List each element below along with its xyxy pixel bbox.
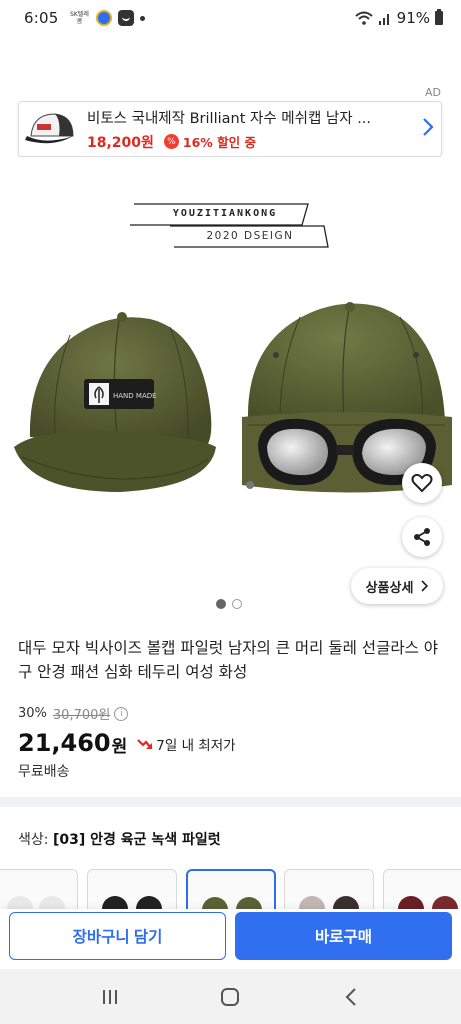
ad-title: 비토스 국내제작 Brilliant 자수 메쉬캡 남자 ...	[87, 110, 372, 127]
notification-icons: SK텔레콤	[68, 10, 146, 26]
pager-dot[interactable]	[232, 599, 242, 609]
brand-bottom-text: 2020 DSEIGN	[206, 230, 294, 242]
discount-badge-icon: %	[163, 134, 179, 149]
option-label: 색상: [03] 안경 육군 녹색 파일럿	[18, 829, 221, 849]
battery-percent: 91%	[396, 9, 430, 27]
brand-top-text: YOUZITIANKONG	[172, 208, 278, 219]
status-time: 6:05	[24, 9, 59, 27]
share-icon	[414, 528, 430, 546]
image-pager[interactable]	[216, 599, 242, 609]
color-swatch-list[interactable]	[0, 869, 461, 909]
pager-dot-active[interactable]	[216, 599, 226, 609]
back-button[interactable]	[331, 982, 371, 1012]
brand-logo: YOUZITIANKONG 2020 DSEIGN	[130, 203, 330, 248]
recent-apps-icon	[103, 989, 118, 1004]
ad-banner[interactable]: 비토스 국내제작 Brilliant 자수 메쉬캡 남자 ... 18,200원…	[18, 101, 442, 157]
buy-now-button[interactable]: 바로구매	[235, 912, 452, 960]
price-down-trend-icon	[137, 738, 153, 749]
more-notifications-dot	[140, 15, 146, 21]
ad-text: 비토스 국내제작 Brilliant 자수 메쉬캡 남자 ... 18,200원…	[79, 107, 415, 152]
price-row: 21,460 원 7일 내 최저가	[18, 728, 236, 758]
home-icon	[221, 987, 240, 1006]
share-button[interactable]	[402, 517, 442, 557]
ad-label: AD	[425, 86, 441, 99]
status-bar: 6:05 SK텔레콤 91%	[0, 0, 461, 36]
favorite-button[interactable]	[402, 463, 442, 503]
product-image[interactable]: YOUZITIANKONG 2020 DSEIGN HAND MADE 상품상세	[0, 157, 461, 619]
discount-row: 30% 30,700원 i	[18, 704, 129, 723]
battery-icon	[435, 9, 443, 25]
option-selected: [03] 안경 육군 녹색 파일럿	[52, 832, 221, 848]
carrier-icon: SK텔레콤	[70, 11, 89, 25]
recent-apps-button[interactable]	[90, 982, 130, 1012]
cap-front-illustration: HAND MADE	[14, 312, 216, 492]
shopping-app-icon	[118, 10, 135, 26]
price-unit: 원	[111, 737, 128, 757]
product-detail-label: 상품상세	[365, 579, 414, 595]
color-swatch[interactable]	[383, 869, 461, 909]
color-swatch[interactable]	[284, 869, 374, 909]
purchase-action-bar: 장바구니 담기 바로구매	[0, 909, 461, 969]
color-swatch[interactable]	[0, 869, 78, 909]
chevron-right-icon	[421, 580, 429, 592]
back-icon	[345, 987, 356, 1006]
status-right: 91%	[354, 9, 443, 27]
shipping-info: 무료배송	[18, 764, 70, 780]
option-key: 색상:	[18, 832, 53, 848]
lowest-price-text: 7일 내 최저가	[156, 738, 236, 754]
section-divider	[0, 797, 461, 807]
product-title: 대두 모자 빅사이즈 볼캡 파일럿 남자의 큰 머리 둘레 선글라스 야구 안경…	[18, 639, 439, 681]
info-icon[interactable]: i	[114, 706, 129, 721]
wifi-icon	[354, 11, 373, 25]
discount-rate: 30%	[18, 706, 47, 721]
add-to-cart-button[interactable]: 장바구니 담기	[9, 912, 226, 960]
color-swatch[interactable]	[87, 869, 177, 909]
ad-price-row: 18,200원 % 16% 할인 중	[87, 132, 415, 152]
product-detail-button[interactable]: 상품상세	[351, 568, 443, 604]
ad-thumbnail	[23, 106, 79, 152]
sale-price: 21,460	[18, 728, 111, 757]
color-swatch-selected[interactable]	[186, 869, 276, 909]
app-notification-icon	[96, 10, 113, 26]
patch-text: HAND MADE	[113, 392, 157, 400]
system-navigation-bar	[0, 969, 461, 1024]
original-price: 30,700원	[52, 708, 111, 723]
signal-icon	[378, 14, 389, 25]
ad-discount: 16% 할인 중	[182, 135, 257, 150]
chevron-right-icon[interactable]	[415, 117, 441, 142]
ad-price: 18,200원	[87, 134, 154, 151]
heart-icon	[411, 473, 433, 493]
home-button[interactable]	[210, 982, 250, 1012]
